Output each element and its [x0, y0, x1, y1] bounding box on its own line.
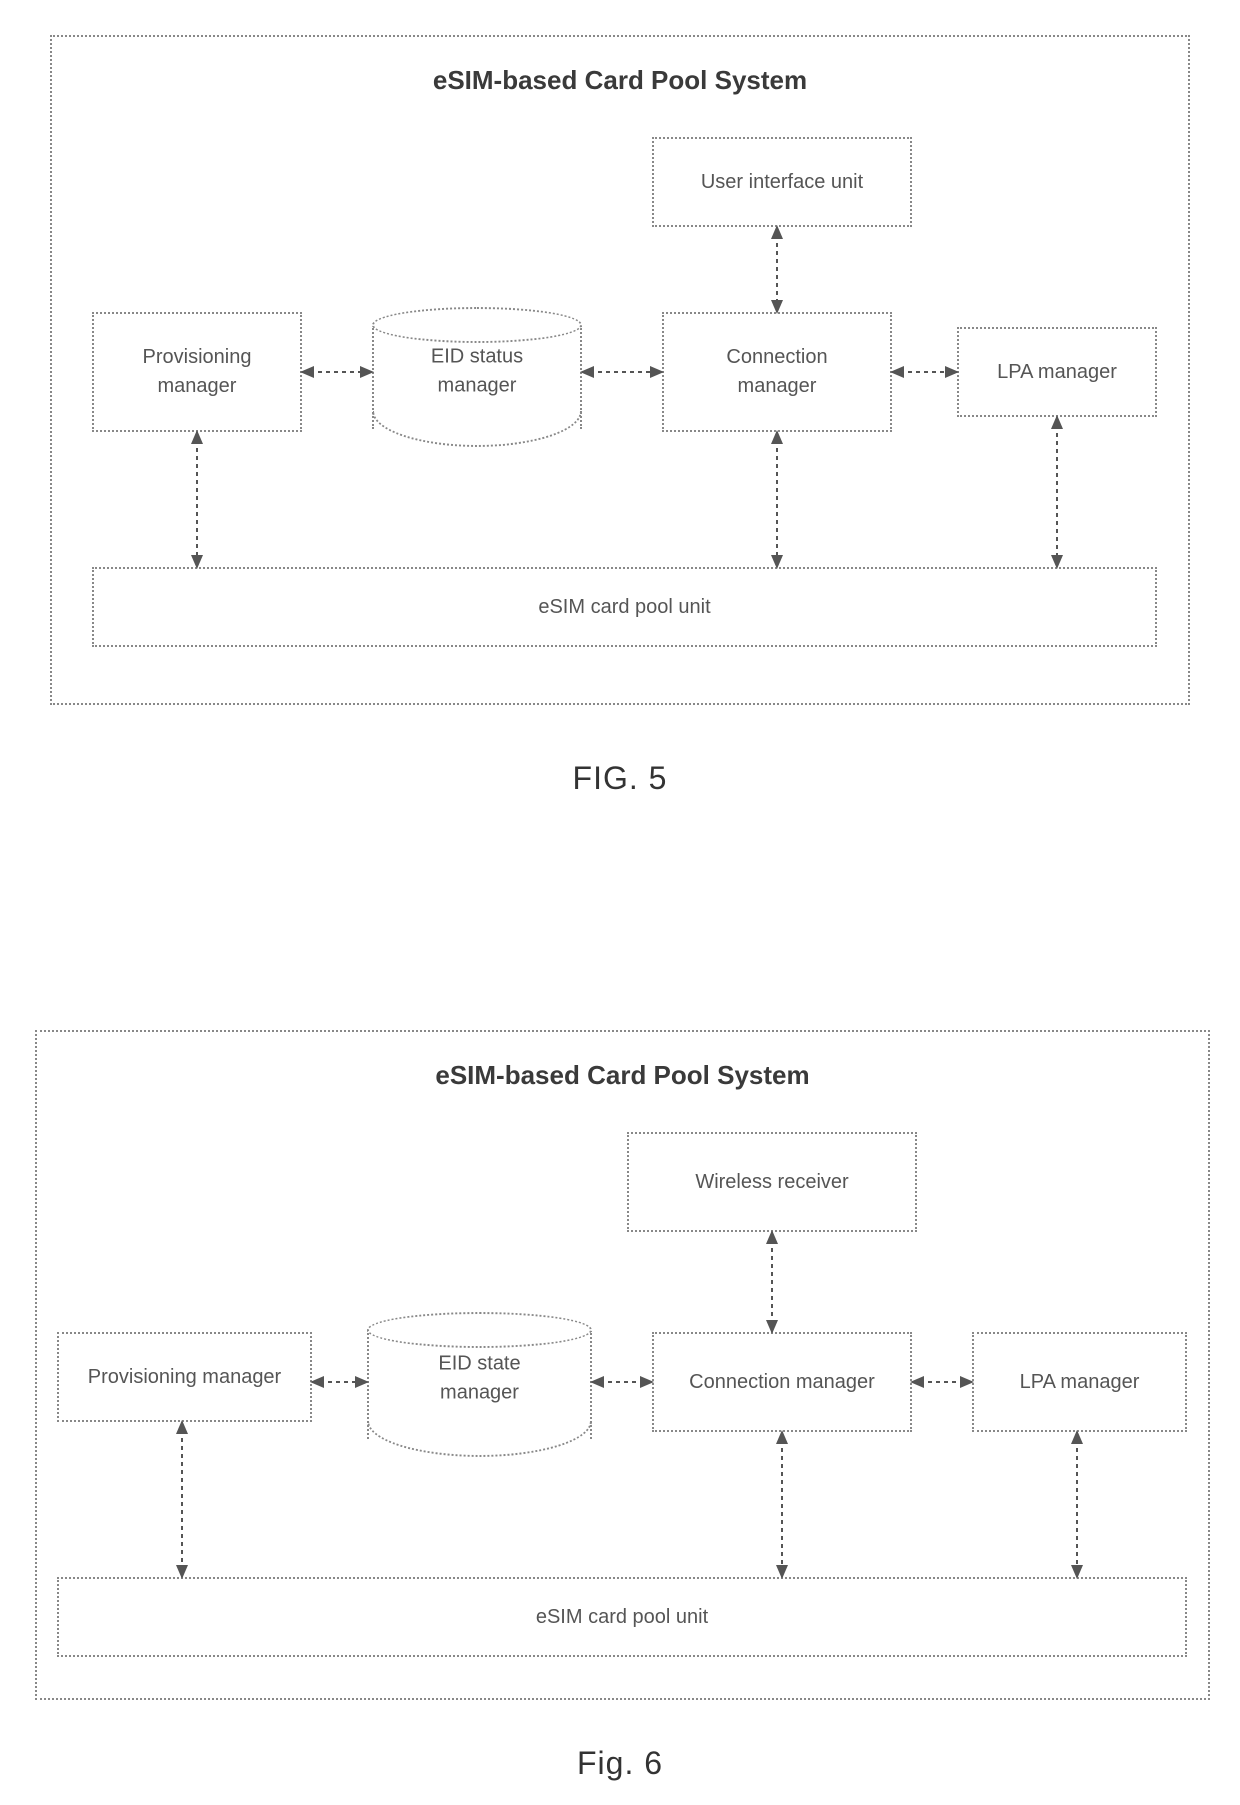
fig5-lpa-manager-label: LPA manager	[997, 358, 1117, 387]
fig5-system-title: eSIM-based Card Pool System	[52, 65, 1188, 96]
fig5-user-interface-unit: User interface unit	[652, 137, 912, 227]
fig6-eid-state-manager: EID state manager	[367, 1312, 592, 1457]
fig5-esim-card-pool-unit-label: eSIM card pool unit	[538, 593, 710, 622]
fig6-connection-manager-label: Connection manager	[689, 1368, 875, 1397]
fig5-connection-manager: Connection manager	[662, 312, 892, 432]
fig6-caption: Fig. 6	[0, 1745, 1240, 1782]
page: eSIM-based Card Pool System User interfa…	[0, 0, 1240, 1805]
fig5-user-interface-unit-label: User interface unit	[701, 168, 863, 197]
fig5-eid-status-manager-label: EID status manager	[372, 343, 582, 401]
fig5-esim-card-pool-unit: eSIM card pool unit	[92, 567, 1157, 647]
fig5-eid-status-manager: EID status manager	[372, 307, 582, 447]
fig6-provisioning-manager-label: Provisioning manager	[88, 1363, 281, 1392]
fig6-lpa-manager: LPA manager	[972, 1332, 1187, 1432]
fig5-connection-manager-label: Connection manager	[726, 343, 827, 401]
fig5-caption: FIG. 5	[0, 760, 1240, 797]
fig5-provisioning-manager-label: Provisioning manager	[143, 343, 252, 401]
fig5-lpa-manager: LPA manager	[957, 327, 1157, 417]
fig6-lpa-manager-label: LPA manager	[1020, 1368, 1140, 1397]
fig6-esim-card-pool-unit: eSIM card pool unit	[57, 1577, 1187, 1657]
fig5-provisioning-manager: Provisioning manager	[92, 312, 302, 432]
fig6-wireless-receiver-label: Wireless receiver	[695, 1168, 848, 1197]
fig5-system-frame: eSIM-based Card Pool System User interfa…	[50, 35, 1190, 705]
fig6-provisioning-manager: Provisioning manager	[57, 1332, 312, 1422]
fig6-connection-manager: Connection manager	[652, 1332, 912, 1432]
fig6-system-title: eSIM-based Card Pool System	[37, 1060, 1208, 1091]
fig6-eid-state-manager-label: EID state manager	[367, 1350, 592, 1408]
fig6-system-frame: eSIM-based Card Pool System Wireless rec…	[35, 1030, 1210, 1700]
fig6-esim-card-pool-unit-label: eSIM card pool unit	[536, 1603, 708, 1632]
fig6-wireless-receiver: Wireless receiver	[627, 1132, 917, 1232]
